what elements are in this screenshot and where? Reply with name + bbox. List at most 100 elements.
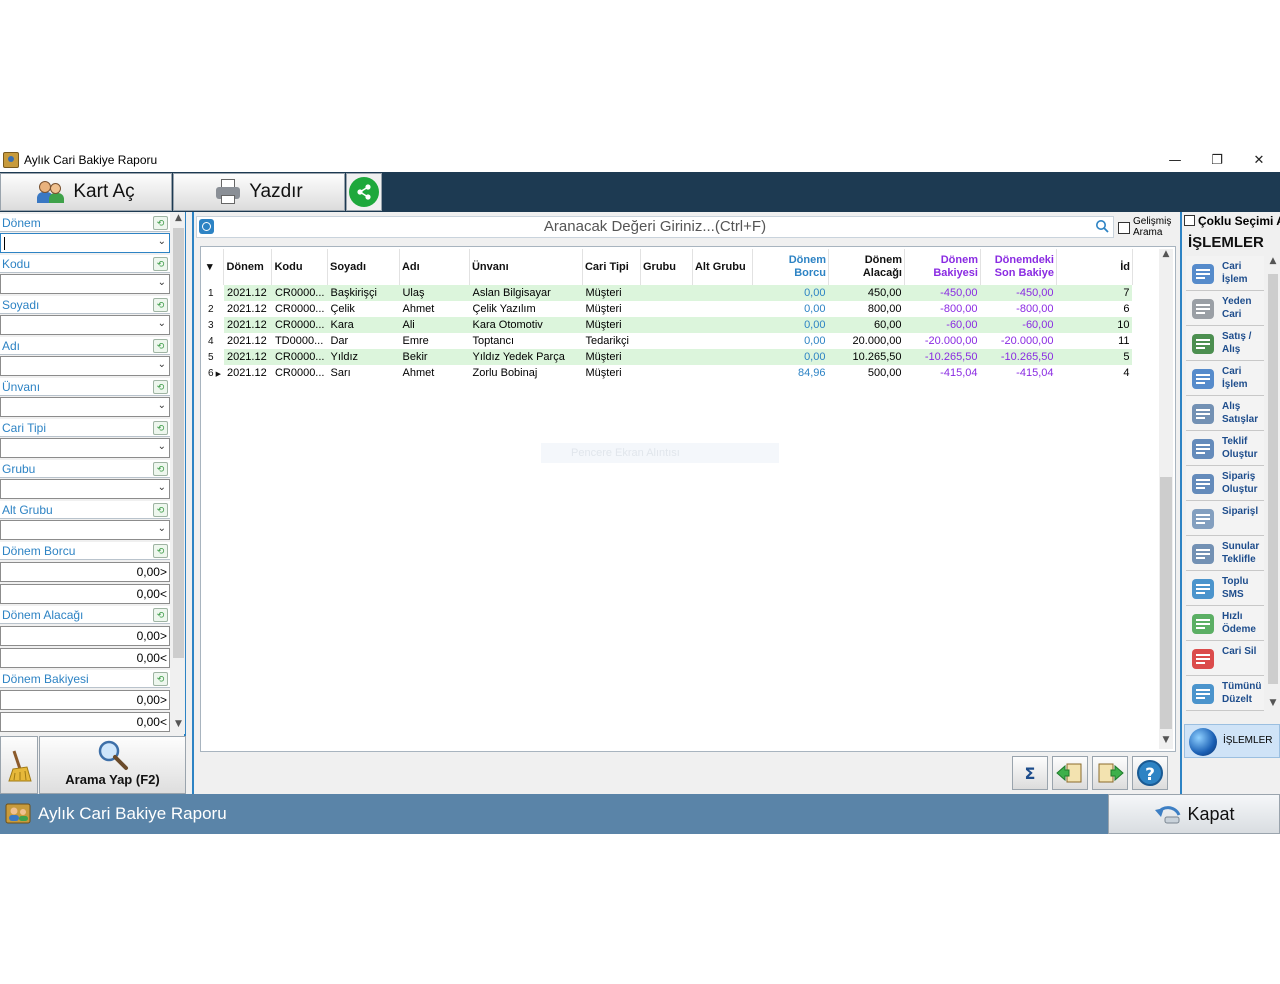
collapse-button[interactable] [1052, 756, 1088, 790]
operation-item[interactable]: Sipariş Oluştur [1186, 466, 1264, 501]
col-donem-bakiyesi[interactable]: Dönem Bakiyesi [904, 249, 981, 285]
cell-alt-grubu [692, 333, 752, 349]
donem-bakiyesi-min-input[interactable]: 0,00> [0, 690, 170, 710]
col-soyadi[interactable]: Soyadı [327, 249, 400, 285]
search-icon[interactable] [1095, 219, 1109, 237]
cell-kodu: CR0000... [274, 303, 325, 315]
table-row[interactable]: 3 2021.12 CR0000... Kara Ali Kara Otomotiv Müş… [205, 317, 1133, 333]
kart-ac-button[interactable]: Kart Aç [0, 173, 172, 211]
islemler-tab[interactable]: İŞLEMLER [1184, 724, 1280, 758]
donem-borcu-min-input[interactable]: 0,00> [0, 562, 170, 582]
sum-button[interactable]: Σ [1012, 756, 1048, 790]
soyadi-combo[interactable]: ⌄ [0, 315, 170, 335]
expand-button[interactable] [1092, 756, 1128, 790]
window-controls: — ❐ ✕ [1154, 148, 1280, 172]
cell-borc: 0,00 [752, 285, 829, 301]
table-row[interactable]: 4 2021.12 TD0000... Dar Emre Toptancı Tedarikç… [205, 333, 1132, 349]
col-donem[interactable]: Dönem [223, 249, 273, 285]
operation-item[interactable]: Satış / Alış [1186, 326, 1264, 361]
donem-combo[interactable]: ⌄ [0, 233, 170, 253]
adi-combo[interactable]: ⌄ [0, 356, 170, 376]
alt-grubu-combo[interactable]: ⌄ [0, 520, 170, 540]
operation-item[interactable]: Tümünü Düzelt [1186, 676, 1264, 711]
col-cari-tipi[interactable]: Cari Tipi [582, 249, 641, 285]
search-button[interactable]: Arama Yap (F2) [39, 736, 186, 794]
reset-filter-icon[interactable]: ⟲ [153, 257, 168, 271]
cell-grubu [640, 365, 692, 381]
clear-filters-button[interactable] [0, 736, 38, 794]
unvani-combo[interactable]: ⌄ [0, 397, 170, 417]
table-row[interactable]: 62021.12 CR0000... Sarı Ahmet Zorlu Bobinaj M… [205, 365, 1132, 381]
col-grubu[interactable]: Grubu [640, 249, 693, 285]
reset-filter-icon[interactable]: ⟲ [153, 672, 168, 686]
scroll-up-icon[interactable]: ▲ [173, 213, 184, 227]
cell-grubu [640, 317, 693, 333]
grid-scrollbar[interactable]: ▲ ▼ [1159, 249, 1173, 749]
advanced-search-checkbox[interactable]: Gelişmiş Arama [1118, 216, 1174, 240]
yazdir-button[interactable]: Yazdır [173, 173, 345, 211]
donem-borcu-max-input[interactable]: 0,00< [0, 584, 170, 604]
filter-scrollbar[interactable]: ▲ ▼ [172, 212, 185, 734]
grubu-combo[interactable]: ⌄ [0, 479, 170, 499]
reset-filter-icon[interactable]: ⟲ [153, 339, 168, 353]
operation-item[interactable]: Hızlı Ödeme [1186, 606, 1264, 641]
multi-select-checkbox[interactable]: Çoklu Seçimi A [1184, 214, 1280, 232]
reset-filter-icon[interactable]: ⟲ [153, 462, 168, 476]
scroll-up-icon[interactable]: ▲ [1266, 256, 1280, 270]
operations-scrollbar[interactable]: ▲ ▼ [1266, 256, 1280, 712]
cari-tipi-combo[interactable]: ⌄ [0, 438, 170, 458]
operation-item[interactable]: Yeden Cari [1186, 291, 1264, 326]
reset-filter-icon[interactable]: ⟲ [153, 298, 168, 312]
help-button[interactable]: ? [1132, 756, 1168, 790]
operation-item[interactable]: Toplu SMS [1186, 571, 1264, 606]
close-button[interactable]: ✕ [1238, 148, 1280, 172]
restore-button[interactable]: ❐ [1196, 148, 1238, 172]
scroll-down-icon[interactable]: ▼ [173, 719, 184, 733]
share-button[interactable] [346, 173, 382, 211]
reset-filter-icon[interactable]: ⟲ [153, 503, 168, 517]
table-row[interactable]: 1 2021.12 CR0000... Başkirişçi Ulaş Aslan Bil… [205, 285, 1133, 301]
donem-alacagi-min-input[interactable]: 0,00> [0, 626, 170, 646]
reset-filter-icon[interactable]: ⟲ [153, 216, 168, 230]
operation-item[interactable]: Siparişl [1186, 501, 1264, 536]
search-placeholder: Aranacak Değeri Giriniz...(Ctrl+F) [543, 218, 767, 235]
cell-bakiye: -415,04 [940, 367, 978, 379]
table-row[interactable]: 5 2021.12 CR0000... Yıldız Bekir Yıldız Yedek… [205, 349, 1133, 365]
col-adi[interactable]: Adı [399, 249, 470, 285]
operation-icon [1189, 401, 1217, 427]
operation-item[interactable]: Cari İşlem [1186, 256, 1264, 291]
col-donem-borcu[interactable]: Dönem Borcu [752, 249, 829, 285]
kapat-button[interactable]: Kapat [1108, 794, 1280, 834]
operation-item[interactable]: Teklif Oluştur [1186, 431, 1264, 466]
minimize-button[interactable]: — [1154, 148, 1196, 172]
checkbox[interactable] [1184, 215, 1195, 226]
scroll-up-icon[interactable]: ▲ [1159, 249, 1173, 263]
col-kodu[interactable]: Kodu [271, 249, 328, 285]
col-alt-grubu[interactable]: Alt Grubu [692, 249, 753, 285]
kodu-combo[interactable]: ⌄ [0, 274, 170, 294]
operation-item[interactable]: Alış Satışlar [1186, 396, 1264, 431]
cell-unvani: Kara Otomotiv [469, 317, 583, 333]
col-unvani[interactable]: Ünvanı [469, 249, 583, 285]
reset-filter-icon[interactable]: ⟲ [153, 608, 168, 622]
operation-item[interactable]: Cari Sil [1186, 641, 1264, 676]
row-indicator-header[interactable]: ▾ [205, 249, 225, 285]
reset-filter-icon[interactable]: ⟲ [153, 380, 168, 394]
col-donem-alacagi[interactable]: Dönem Alacağı [828, 249, 905, 285]
scroll-down-icon[interactable]: ▼ [1159, 735, 1173, 749]
operation-item[interactable]: Cari İşlem [1186, 361, 1264, 396]
scroll-down-icon[interactable]: ▼ [1266, 698, 1280, 712]
book-left-icon [1056, 763, 1082, 783]
screen-snip-ghost: Pencere Ekran Alıntısı [541, 443, 779, 463]
col-id[interactable]: İd [1056, 249, 1133, 285]
reset-filter-icon[interactable]: ⟲ [153, 421, 168, 435]
operation-item[interactable]: Sunular Teklifle [1186, 536, 1264, 571]
donem-bakiyesi-max-input[interactable]: 0,00< [0, 712, 170, 732]
search-input[interactable]: Aranacak Değeri Giriniz...(Ctrl+F) [196, 216, 1114, 238]
reset-filter-icon[interactable]: ⟲ [153, 544, 168, 558]
col-son-bakiye[interactable]: Dönemdeki Son Bakiye [980, 249, 1057, 285]
table-row[interactable]: 2 2021.12 CR0000... Çelik Ahmet Çelik Yazılım… [205, 301, 1132, 317]
filter-label-grubu: Grubu ⟲ [0, 460, 170, 478]
donem-alacagi-max-input[interactable]: 0,00< [0, 648, 170, 668]
checkbox[interactable] [1118, 222, 1130, 234]
